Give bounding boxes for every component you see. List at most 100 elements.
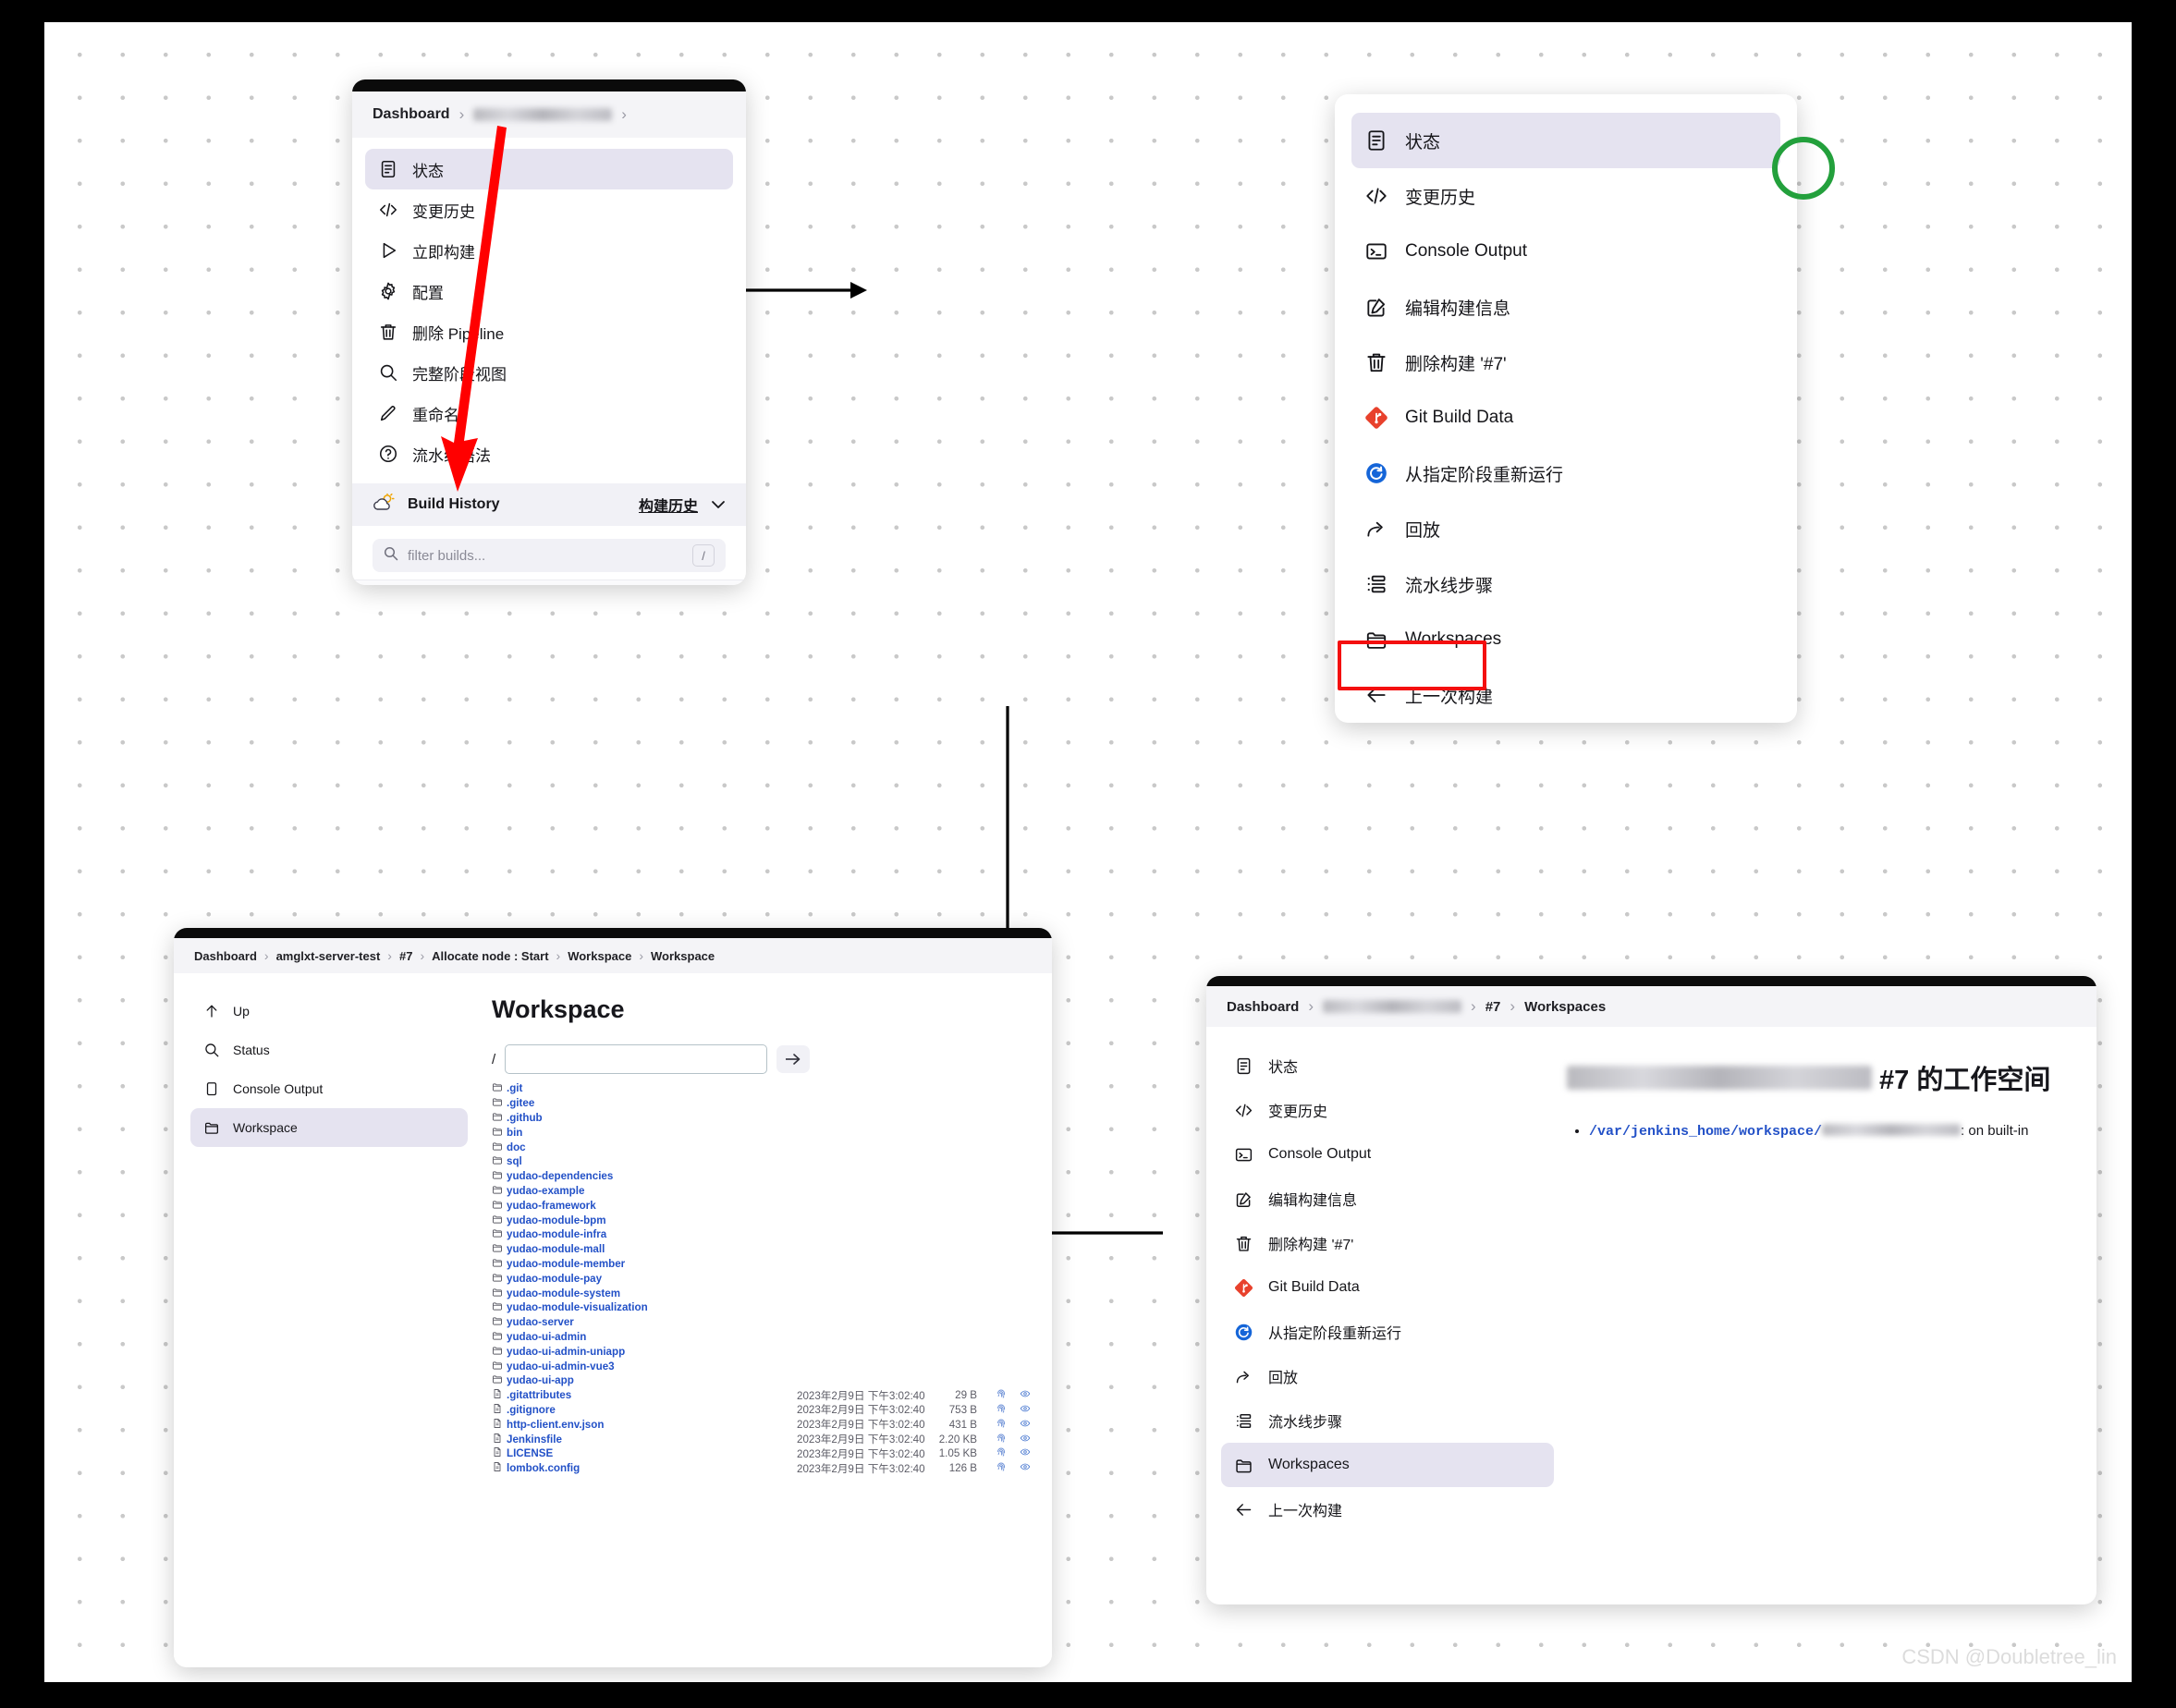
entry-name[interactable]: yudao-module-system	[492, 1287, 620, 1300]
eye-icon[interactable]	[1020, 1461, 1031, 1475]
entry-name[interactable]: Jenkinsfile	[492, 1433, 562, 1446]
workspace-path-prefix[interactable]: /var/jenkins_home/workspace/	[1589, 1124, 1822, 1140]
build-menu-item-8[interactable]: 流水线步骤	[1351, 556, 1780, 612]
build-menu-item-2[interactable]: Console Output	[1351, 224, 1780, 279]
eye-icon[interactable]	[1020, 1388, 1031, 1402]
entry-name[interactable]: bin	[492, 1126, 522, 1140]
breadcrumb-job-name[interactable]	[473, 108, 613, 121]
entry-name[interactable]: yudao-framework	[492, 1199, 596, 1213]
entry-name[interactable]: LICENSE	[492, 1446, 553, 1460]
workspace-menu-item-0[interactable]: Up	[190, 992, 468, 1031]
workspace-menu-item-1[interactable]: Status	[190, 1031, 468, 1069]
job-menu-item-2[interactable]: 立即构建	[365, 230, 733, 271]
entry-name[interactable]: yudao-example	[492, 1184, 584, 1198]
fingerprint-icon[interactable]	[996, 1388, 1007, 1402]
breadcrumb-dashboard[interactable]: Dashboard	[373, 106, 450, 123]
build-menu-item-3[interactable]: 编辑构建信息	[1351, 279, 1780, 335]
entry-name[interactable]: yudao-module-member	[492, 1257, 625, 1271]
breadcrumb-build-number[interactable]: #7	[1485, 999, 1501, 1015]
workspaces-menu-item-5[interactable]: Git Build Data	[1221, 1265, 1554, 1310]
list-item[interactable]: sql	[492, 1154, 1024, 1169]
breadcrumb-dashboard[interactable]: Dashboard	[1227, 999, 1299, 1015]
fingerprint-icon[interactable]	[996, 1433, 1007, 1446]
list-item[interactable]: .github	[492, 1111, 1024, 1126]
entry-name[interactable]: doc	[492, 1141, 526, 1154]
job-menu-item-3[interactable]: 配置	[365, 271, 733, 311]
fingerprint-icon[interactable]	[996, 1403, 1007, 1417]
breadcrumb-job-name[interactable]	[1323, 1000, 1462, 1013]
eye-icon[interactable]	[1020, 1433, 1031, 1446]
build-menu-item-0[interactable]: 状态	[1351, 113, 1780, 168]
entry-name[interactable]: .git	[492, 1081, 522, 1095]
build-menu-item-7[interactable]: 回放	[1351, 501, 1780, 556]
build-history-link[interactable]: 构建历史	[639, 494, 698, 516]
list-item[interactable]: yudao-module-visualization	[492, 1300, 1024, 1315]
entry-name[interactable]: yudao-module-mall	[492, 1242, 605, 1256]
entry-name[interactable]: yudao-server	[492, 1315, 574, 1329]
workspaces-menu-item-6[interactable]: 从指定阶段重新运行	[1221, 1310, 1554, 1354]
workspaces-menu-item-2[interactable]: Console Output	[1221, 1132, 1554, 1177]
list-item[interactable]: yudao-server	[492, 1315, 1024, 1330]
build-menu-item-5[interactable]: Git Build Data	[1351, 390, 1780, 445]
table-row[interactable]: http-client.env.json 2023年2月9日 下午3:02:40…	[492, 1417, 1031, 1432]
path-go-button[interactable]	[776, 1045, 811, 1073]
list-item[interactable]: yudao-module-system	[492, 1286, 1024, 1300]
entry-name[interactable]: sql	[492, 1154, 522, 1168]
list-item[interactable]: yudao-module-infra	[492, 1227, 1024, 1242]
job-menu-item-4[interactable]: 删除 Pipeline	[365, 311, 733, 352]
list-item[interactable]: yudao-ui-admin-vue3	[492, 1359, 1024, 1373]
eye-icon[interactable]	[1020, 1446, 1031, 1460]
workspaces-menu-item-4[interactable]: 删除构建 '#7'	[1221, 1221, 1554, 1265]
list-item[interactable]: yudao-module-member	[492, 1257, 1024, 1272]
fingerprint-icon[interactable]	[996, 1418, 1007, 1432]
path-input[interactable]	[505, 1044, 768, 1074]
list-item[interactable]: yudao-dependencies	[492, 1169, 1024, 1184]
list-item[interactable]: yudao-module-mall	[492, 1242, 1024, 1257]
list-item[interactable]: doc	[492, 1140, 1024, 1154]
job-menu-item-1[interactable]: 变更历史	[365, 189, 733, 230]
entry-name[interactable]: .gitattributes	[492, 1388, 571, 1402]
entry-name[interactable]: yudao-dependencies	[492, 1169, 613, 1183]
list-item[interactable]: .git	[492, 1081, 1024, 1096]
chevron-down-icon[interactable]	[711, 495, 726, 514]
list-item[interactable]: yudao-framework	[492, 1198, 1024, 1213]
eye-icon[interactable]	[1020, 1418, 1031, 1432]
table-row[interactable]: .gitignore 2023年2月9日 下午3:02:40 753 B	[492, 1403, 1031, 1418]
entry-name[interactable]: yudao-module-pay	[492, 1272, 602, 1286]
build-filter-input[interactable]: filter builds... /	[373, 539, 726, 572]
fingerprint-icon[interactable]	[996, 1446, 1007, 1460]
job-menu-item-0[interactable]: 状态	[365, 149, 733, 189]
table-row[interactable]: Jenkinsfile 2023年2月9日 下午3:02:40 2.20 KB	[492, 1432, 1031, 1446]
list-item[interactable]: bin	[492, 1125, 1024, 1140]
build-menu-item-6[interactable]: 从指定阶段重新运行	[1351, 445, 1780, 501]
list-item[interactable]: yudao-example	[492, 1184, 1024, 1199]
breadcrumb-item[interactable]: amglxt-server-test	[276, 949, 381, 963]
entry-name[interactable]: yudao-module-visualization	[492, 1300, 648, 1314]
list-item[interactable]: yudao-ui-admin-uniapp	[492, 1344, 1024, 1359]
breadcrumb-item[interactable]: Dashboard	[194, 949, 257, 963]
build-history-row[interactable]: #7 2023年2月10日 上午11:43	[352, 580, 746, 585]
workspaces-menu-item-10[interactable]: 上一次构建	[1221, 1487, 1554, 1531]
entry-name[interactable]: yudao-module-bpm	[492, 1214, 606, 1227]
breadcrumb-item[interactable]: Allocate node : Start	[432, 949, 548, 963]
table-row[interactable]: .gitattributes 2023年2月9日 下午3:02:40 29 B	[492, 1388, 1031, 1403]
table-row[interactable]: lombok.config 2023年2月9日 下午3:02:40 126 B	[492, 1461, 1031, 1476]
workspace-menu-item-2[interactable]: Console Output	[190, 1069, 468, 1108]
eye-icon[interactable]	[1020, 1403, 1031, 1417]
workspaces-menu-item-8[interactable]: 流水线步骤	[1221, 1398, 1554, 1443]
job-menu-item-7[interactable]: 流水线语法	[365, 433, 733, 474]
workspaces-menu-item-9[interactable]: Workspaces	[1221, 1443, 1554, 1487]
workspaces-menu-item-1[interactable]: 变更历史	[1221, 1088, 1554, 1132]
list-item[interactable]: yudao-module-bpm	[492, 1213, 1024, 1227]
entry-name[interactable]: yudao-module-infra	[492, 1227, 606, 1241]
entry-name[interactable]: .gitee	[492, 1096, 534, 1110]
breadcrumb-item[interactable]: #7	[399, 949, 412, 963]
entry-name[interactable]: .gitignore	[492, 1403, 556, 1417]
table-row[interactable]: LICENSE 2023年2月9日 下午3:02:40 1.05 KB	[492, 1446, 1031, 1461]
list-item[interactable]: yudao-module-pay	[492, 1271, 1024, 1286]
entry-name[interactable]: yudao-ui-admin	[492, 1330, 586, 1344]
entry-name[interactable]: .github	[492, 1111, 543, 1125]
list-item[interactable]: yudao-ui-admin	[492, 1330, 1024, 1345]
workspaces-menu-item-7[interactable]: 回放	[1221, 1354, 1554, 1398]
job-menu-item-5[interactable]: 完整阶段视图	[365, 352, 733, 393]
